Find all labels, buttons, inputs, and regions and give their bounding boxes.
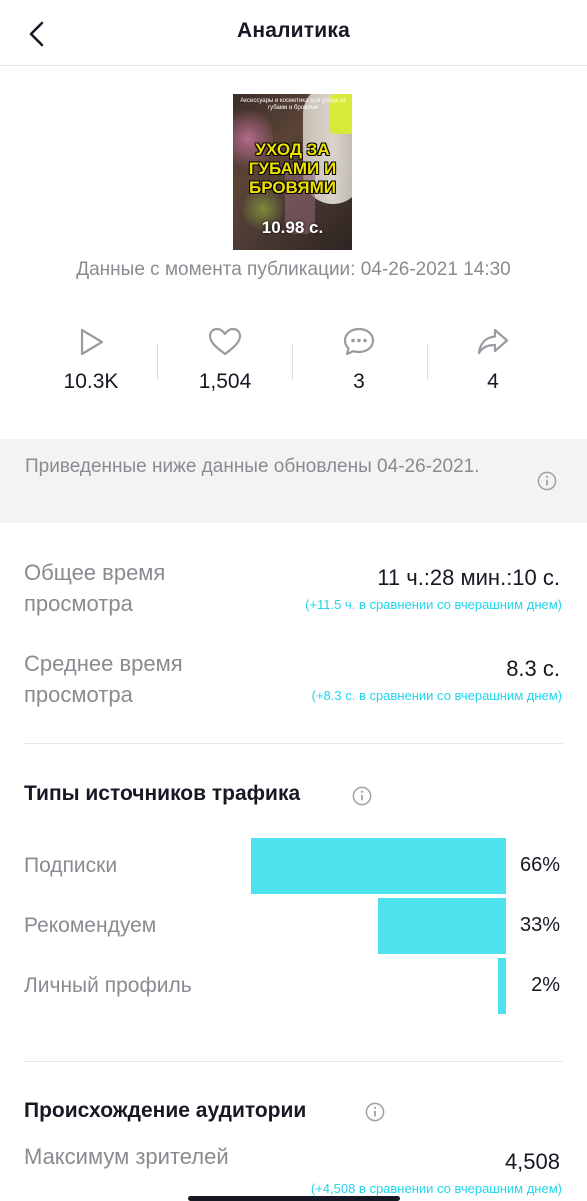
divider	[24, 743, 563, 744]
notice-text: Приведенные ниже данные обновлены 04-26-…	[25, 456, 480, 477]
metric-average-watch-time: Среднее время просмотра 8.3 с. (+8.3 с. …	[0, 648, 587, 728]
traffic-bar	[251, 838, 506, 894]
info-icon	[537, 471, 557, 491]
comments-count: 3	[353, 370, 365, 393]
metric-delta: (+8.3 с. в сравнении со вчерашним днем)	[311, 688, 562, 703]
comment-icon	[343, 327, 375, 356]
thumbnail-caption: Аксессуары и косметика для ухода за губа…	[240, 98, 346, 111]
audience-section-title: Происхождение аудитории	[24, 1099, 307, 1122]
traffic-bar	[378, 898, 506, 954]
traffic-bar	[498, 958, 506, 1014]
metric-label: Общее время просмотра	[24, 560, 166, 616]
metric-total-watch-time: Общее время просмотра 11 ч.:28 мин.:10 с…	[0, 557, 587, 637]
info-icon	[352, 786, 372, 806]
metric-peak-viewers: Максимум зрителей 4,508 (+4,508 в сравне…	[0, 1141, 587, 1201]
info-button[interactable]	[535, 469, 559, 493]
stat-comments: 3	[292, 320, 426, 410]
share-icon	[477, 328, 509, 355]
metric-delta: (+11.5 ч. в сравнении со вчерашним днем)	[305, 597, 562, 612]
traffic-label: Рекомендуем	[24, 914, 157, 937]
metric-value: 4,508	[504, 1149, 560, 1174]
likes-count: 1,504	[198, 370, 252, 393]
metric-value: 8.3 с.	[506, 656, 560, 681]
traffic-row: Рекомендуем 33%	[0, 898, 587, 956]
traffic-row: Личный профиль 2%	[0, 958, 587, 1016]
play-icon	[80, 328, 104, 356]
published-date: Данные с момента публикации: 04-26-2021 …	[76, 259, 511, 280]
traffic-info-button[interactable]	[350, 784, 374, 808]
traffic-label: Личный профиль	[24, 974, 192, 997]
shares-count: 4	[487, 370, 499, 393]
metric-value: 11 ч.:28 мин.:10 с.	[377, 565, 560, 590]
metric-label: Максимум зрителей	[24, 1144, 229, 1169]
divider	[24, 1061, 563, 1062]
info-icon	[365, 1102, 385, 1122]
traffic-percent: 2%	[531, 974, 560, 996]
data-update-notice: Приведенные ниже данные обновлены 04-26-…	[0, 439, 587, 523]
home-indicator	[188, 1196, 400, 1201]
metric-label: Среднее время просмотра	[24, 651, 183, 707]
traffic-label: Подписки	[24, 854, 118, 877]
traffic-percent: 33%	[519, 914, 560, 936]
metric-delta: (+4,508 в сравнении со вчерашним днем)	[310, 1181, 562, 1196]
video-stats: 10.3K 1,504 3 4	[0, 320, 587, 410]
page-title: Аналитика	[237, 19, 350, 42]
views-count: 10.3K	[63, 370, 119, 393]
traffic-percent: 66%	[519, 854, 560, 876]
stat-likes: 1,504	[158, 320, 292, 410]
stat-views: 10.3K	[24, 320, 158, 410]
video-thumbnail[interactable]: Аксессуары и косметика для ухода за губа…	[233, 94, 352, 250]
video-duration: 10.98 с.	[261, 218, 324, 237]
stat-shares: 4	[426, 320, 560, 410]
traffic-row: Подписки 66%	[0, 838, 587, 896]
thumbnail-title: УХОД ЗА ГУБАМИ И БРОВЯМИ	[248, 140, 337, 197]
top-bar: Аналитика	[0, 0, 587, 66]
heart-icon	[208, 327, 242, 356]
audience-info-button[interactable]	[363, 1100, 387, 1124]
traffic-section-title: Типы источников трафика	[24, 782, 301, 805]
